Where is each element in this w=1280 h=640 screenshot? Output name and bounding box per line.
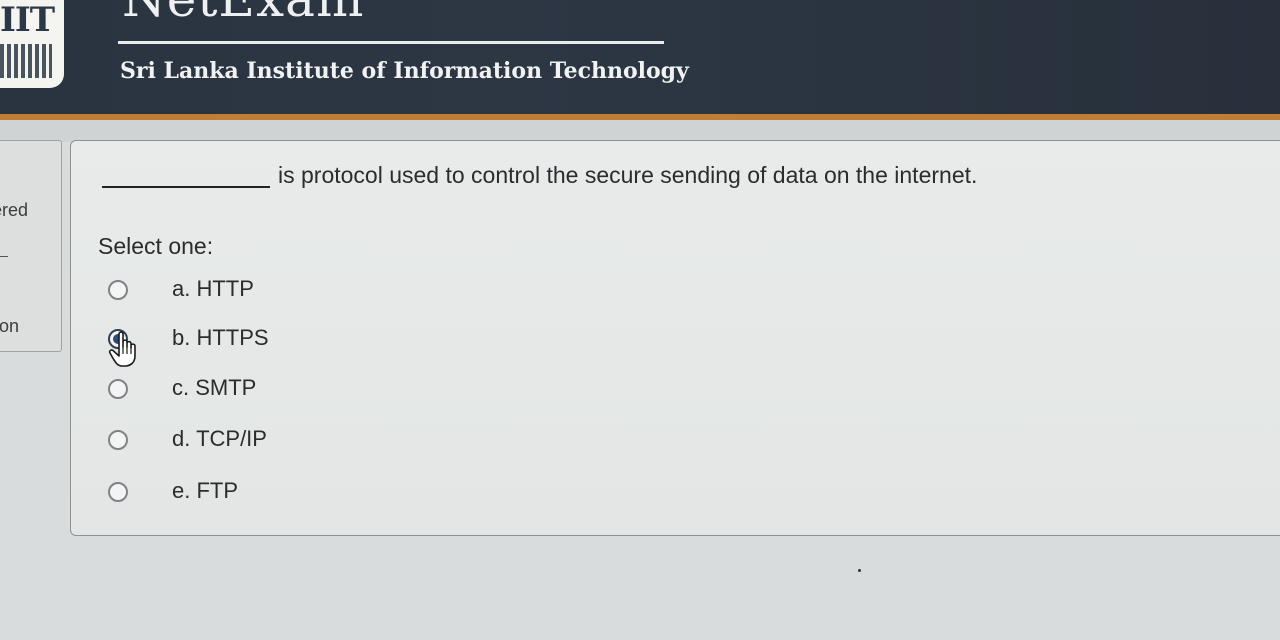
option-label: b. HTTPS bbox=[172, 325, 269, 350]
option-b[interactable]: b. HTTPS bbox=[108, 325, 368, 359]
info-divider bbox=[0, 256, 8, 257]
select-one-prompt: Select one: bbox=[98, 233, 214, 259]
flag-question-text[interactable]: on bbox=[0, 316, 19, 337]
institute-logo[interactable]: IIT bbox=[0, 0, 64, 88]
option-label: d. TCP/IP bbox=[172, 426, 267, 451]
option-a[interactable]: a. HTTP bbox=[108, 276, 368, 310]
hand-pointer-icon bbox=[108, 331, 136, 367]
option-label: c. SMTP bbox=[172, 375, 257, 400]
screen-dust-speck bbox=[858, 569, 861, 572]
option-label: a. HTTP bbox=[172, 276, 254, 301]
header-strip bbox=[0, 120, 1280, 142]
institute-name: Sri Lanka Institute of Information Techn… bbox=[120, 58, 689, 84]
app-title: NetExam bbox=[122, 0, 364, 28]
option-e[interactable]: e. FTP bbox=[108, 478, 368, 512]
fill-in-blank-line bbox=[102, 186, 270, 188]
site-header: IIT NetExam Sri Lanka Institute of Infor… bbox=[0, 0, 1280, 116]
option-label: e. FTP bbox=[172, 478, 239, 503]
radio-button-icon[interactable] bbox=[108, 280, 128, 300]
question-text: is protocol used to control the secure s… bbox=[278, 162, 978, 188]
option-d[interactable]: d. TCP/IP bbox=[108, 426, 368, 460]
radio-button-icon[interactable] bbox=[108, 430, 128, 450]
option-c[interactable]: c. SMTP bbox=[108, 375, 368, 409]
logo-grid-pattern bbox=[0, 44, 52, 78]
radio-button-icon[interactable] bbox=[108, 379, 128, 399]
logo-text: IIT bbox=[0, 0, 55, 40]
question-status-text: ered bbox=[0, 200, 29, 220]
header-divider bbox=[118, 41, 664, 44]
radio-button-icon[interactable] bbox=[108, 482, 128, 502]
